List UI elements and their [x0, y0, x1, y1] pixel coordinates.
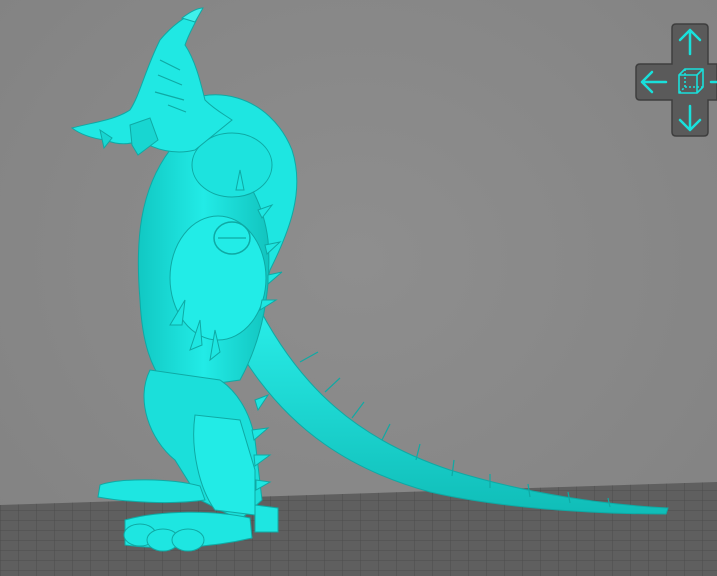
arrow-right-icon[interactable]	[708, 66, 717, 98]
cube-icon[interactable]	[674, 66, 706, 98]
arrow-up-icon[interactable]	[674, 26, 706, 58]
arrow-down-icon[interactable]	[674, 100, 706, 134]
arrow-left-icon[interactable]	[638, 66, 672, 98]
scene	[0, 7, 717, 576]
3d-viewport[interactable]	[0, 0, 717, 576]
3d-model-dinosaur[interactable]	[70, 7, 669, 552]
